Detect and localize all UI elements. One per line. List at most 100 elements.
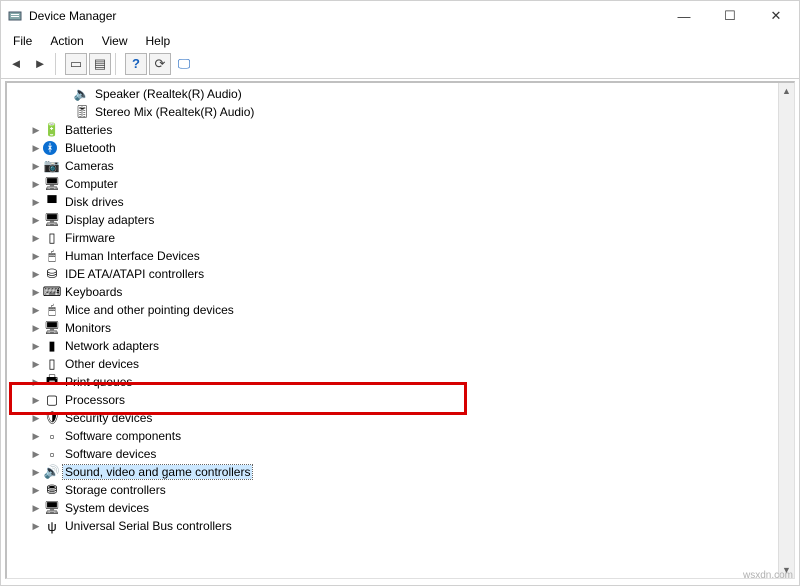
maximize-button[interactable]: ☐: [707, 1, 753, 31]
category-node[interactable]: ▶▫Software devices: [25, 445, 778, 463]
node-label: Software devices: [63, 447, 158, 461]
device-tree[interactable]: ▶🔈Speaker (Realtek(R) Audio)▶🎚Stereo Mix…: [7, 83, 778, 578]
titlebar: Device Manager — ☐ ✕: [1, 1, 799, 31]
expand-chevron-icon[interactable]: ▶: [29, 359, 43, 370]
back-button[interactable]: ◄: [5, 53, 27, 75]
toolbar: ◄ ► ▭ ▤ ? ⟳ 🖵: [1, 51, 799, 79]
expand-chevron-icon[interactable]: ▶: [29, 197, 43, 208]
category-node[interactable]: ▶🖥Computer: [25, 175, 778, 193]
leaf-node[interactable]: ▶🎚Stereo Mix (Realtek(R) Audio): [55, 103, 778, 121]
node-label: Sound, video and game controllers: [63, 465, 252, 479]
refresh-button[interactable]: ⟳: [149, 53, 171, 75]
node-label: Storage controllers: [63, 483, 168, 497]
menu-file[interactable]: File: [5, 33, 40, 49]
category-node[interactable]: ▶▫Software components: [25, 427, 778, 445]
show-hide-tree-button[interactable]: ▭: [65, 53, 87, 75]
category-node[interactable]: ▶🖶Print queues: [25, 373, 778, 391]
expand-chevron-icon[interactable]: ▶: [29, 287, 43, 298]
category-node[interactable]: ▶▯Firmware: [25, 229, 778, 247]
menu-action[interactable]: Action: [42, 33, 91, 49]
menu-help[interactable]: Help: [138, 33, 179, 49]
device-icon: 🖥: [43, 176, 61, 192]
expand-chevron-icon[interactable]: ▶: [29, 143, 43, 154]
properties-button[interactable]: ▤: [89, 53, 111, 75]
forward-button[interactable]: ►: [29, 53, 51, 75]
device-icon: 🔈: [73, 86, 91, 102]
device-icon: ▢: [43, 392, 61, 408]
expand-chevron-icon[interactable]: ▶: [29, 323, 43, 334]
expand-chevron-icon[interactable]: ▶: [29, 233, 43, 244]
expand-chevron-icon[interactable]: ▶: [29, 503, 43, 514]
category-node[interactable]: ▶🖥Monitors: [25, 319, 778, 337]
device-icon: ▯: [43, 230, 61, 246]
node-label: Other devices: [63, 357, 141, 371]
expand-chevron-icon[interactable]: ▶: [29, 341, 43, 352]
category-node[interactable]: ▶🖥System devices: [25, 499, 778, 517]
node-label: Bluetooth: [63, 141, 118, 155]
category-node[interactable]: ▶▯Other devices: [25, 355, 778, 373]
device-icon: ▀: [43, 194, 61, 210]
expand-chevron-icon[interactable]: ▶: [29, 467, 43, 478]
node-label: Human Interface Devices: [63, 249, 202, 263]
category-node[interactable]: ▶ψUniversal Serial Bus controllers: [25, 517, 778, 535]
vertical-scrollbar[interactable]: ▲ ▼: [778, 83, 794, 578]
category-node[interactable]: ▶▀Disk drives: [25, 193, 778, 211]
category-node[interactable]: ▶📷Cameras: [25, 157, 778, 175]
expand-chevron-icon[interactable]: ▶: [29, 431, 43, 442]
scroll-up-button[interactable]: ▲: [779, 83, 794, 99]
category-node[interactable]: ▶⌨Keyboards: [25, 283, 778, 301]
category-node[interactable]: ▶⛁IDE ATA/ATAPI controllers: [25, 265, 778, 283]
menu-view[interactable]: View: [94, 33, 136, 49]
expand-chevron-icon[interactable]: ▶: [29, 485, 43, 496]
node-label: IDE ATA/ATAPI controllers: [63, 267, 206, 281]
expand-chevron-icon[interactable]: ▶: [29, 377, 43, 388]
expand-chevron-icon[interactable]: ▶: [29, 215, 43, 226]
category-node[interactable]: ▶▢Processors: [25, 391, 778, 409]
category-node[interactable]: ▶🔋Batteries: [25, 121, 778, 139]
device-icon: ▫: [43, 446, 61, 462]
node-label: Monitors: [63, 321, 113, 335]
expand-chevron-icon[interactable]: ▶: [29, 251, 43, 262]
device-icon: 🔋: [43, 122, 61, 138]
device-icon: ▫: [43, 428, 61, 444]
close-button[interactable]: ✕: [753, 1, 799, 31]
leaf-node[interactable]: ▶🔈Speaker (Realtek(R) Audio): [55, 85, 778, 103]
category-node[interactable]: ▶⛃Storage controllers: [25, 481, 778, 499]
help-button[interactable]: ?: [125, 53, 147, 75]
node-label: Cameras: [63, 159, 116, 173]
expand-chevron-icon[interactable]: ▶: [29, 395, 43, 406]
device-icon: 🖱: [43, 248, 61, 264]
scroll-track[interactable]: [779, 99, 794, 562]
node-label: Firmware: [63, 231, 117, 245]
category-node[interactable]: ▶🖱Mice and other pointing devices: [25, 301, 778, 319]
category-node[interactable]: ▶🛡Security devices: [25, 409, 778, 427]
node-label: Speaker (Realtek(R) Audio): [93, 87, 244, 101]
expand-chevron-icon[interactable]: ▶: [29, 449, 43, 460]
device-icon: ⛁: [43, 266, 61, 282]
minimize-button[interactable]: —: [661, 1, 707, 31]
view-monitors-button[interactable]: 🖵: [173, 53, 195, 75]
expand-chevron-icon[interactable]: ▶: [29, 269, 43, 280]
category-node[interactable]: ▶🖥Display adapters: [25, 211, 778, 229]
category-node[interactable]: ▶🖱Human Interface Devices: [25, 247, 778, 265]
node-label: Keyboards: [63, 285, 124, 299]
category-node[interactable]: ▶▮Network adapters: [25, 337, 778, 355]
node-label: Universal Serial Bus controllers: [63, 519, 234, 533]
category-node[interactable]: ▶ᚼBluetooth: [25, 139, 778, 157]
expand-chevron-icon[interactable]: ▶: [29, 125, 43, 136]
device-icon: 🖱: [43, 302, 61, 318]
node-label: Disk drives: [63, 195, 126, 209]
expand-chevron-icon[interactable]: ▶: [29, 413, 43, 424]
node-label: Network adapters: [63, 339, 161, 353]
expand-chevron-icon[interactable]: ▶: [29, 161, 43, 172]
expand-chevron-icon[interactable]: ▶: [29, 179, 43, 190]
app-icon: [7, 8, 23, 24]
device-icon: 📷: [43, 158, 61, 174]
expand-chevron-icon[interactable]: ▶: [29, 305, 43, 316]
node-label: Stereo Mix (Realtek(R) Audio): [93, 105, 256, 119]
device-icon: ⌨: [43, 284, 61, 300]
category-node[interactable]: ▶🔊Sound, video and game controllers: [25, 463, 778, 481]
node-label: Security devices: [63, 411, 154, 425]
device-icon: ψ: [43, 518, 61, 534]
expand-chevron-icon[interactable]: ▶: [29, 521, 43, 532]
